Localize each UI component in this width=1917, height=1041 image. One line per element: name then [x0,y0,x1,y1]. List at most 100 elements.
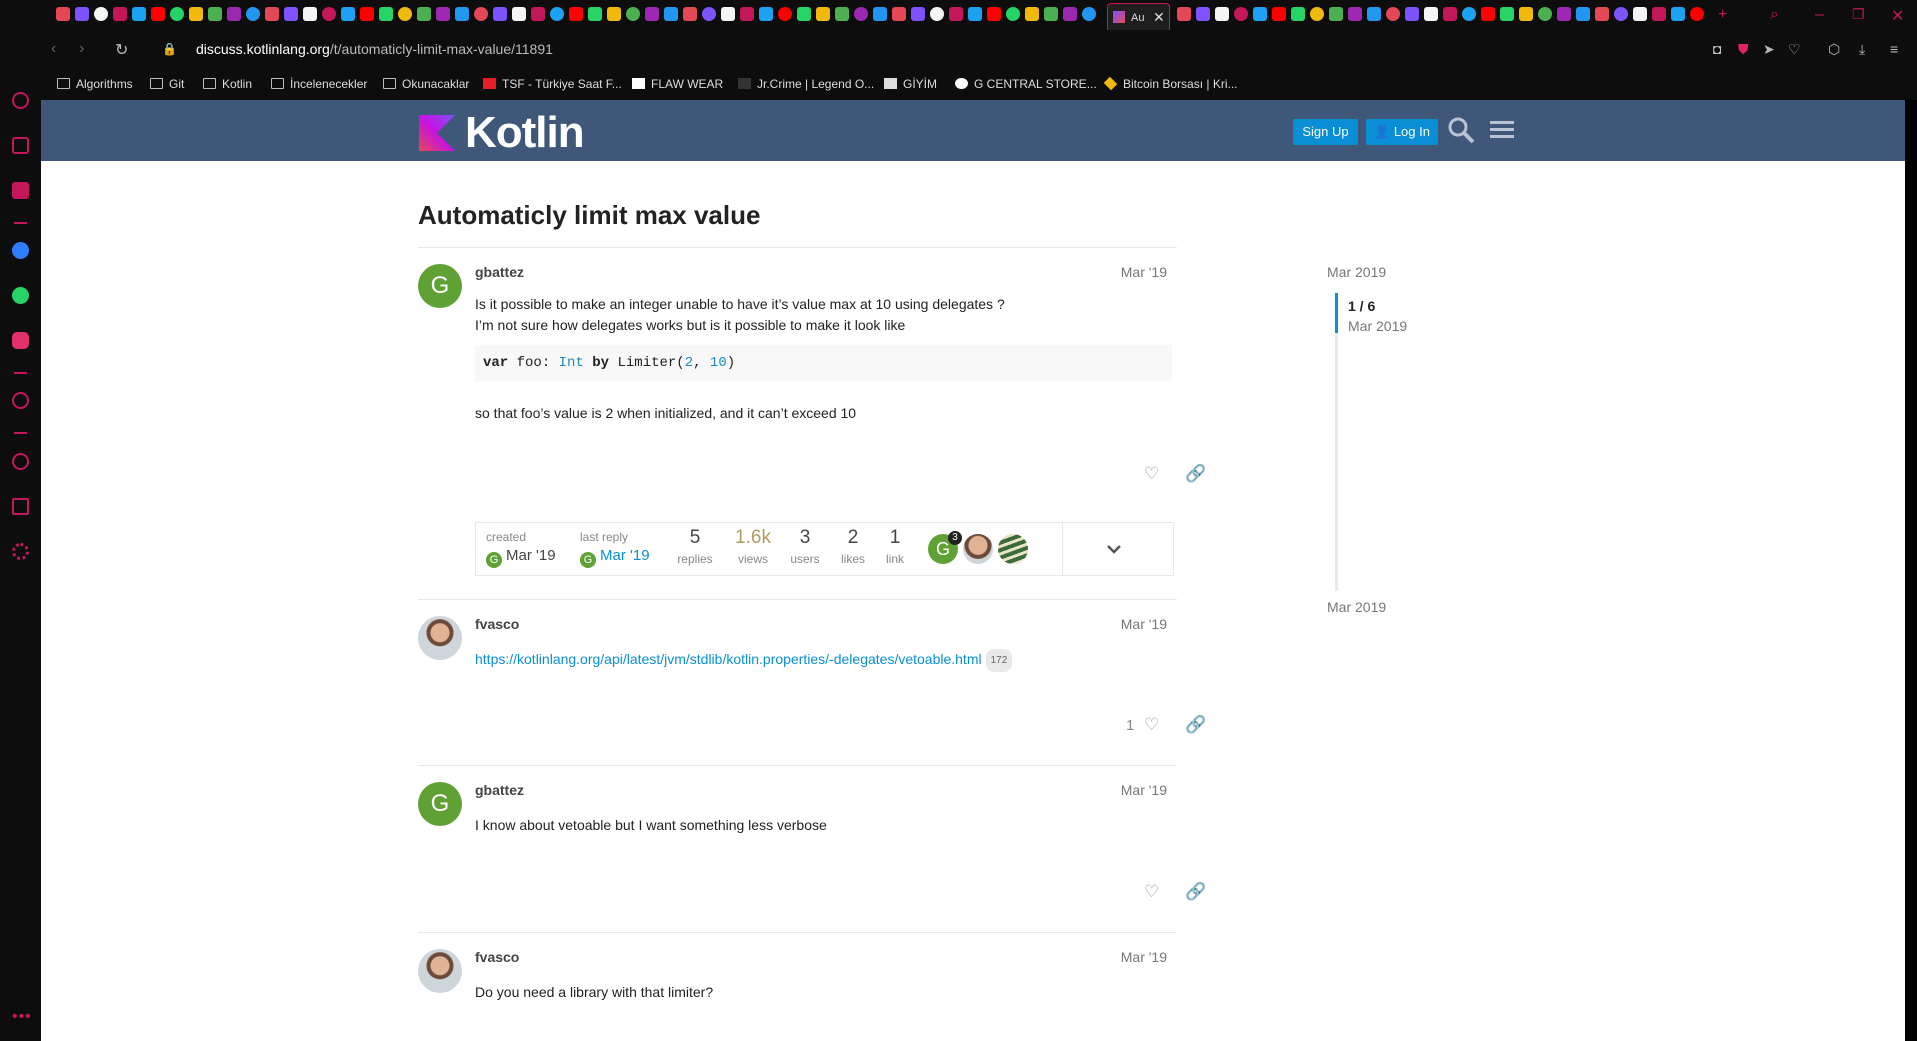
tab-favicon-icon[interactable] [322,7,336,21]
like-heart-icon[interactable]: ♡ [1144,464,1159,484]
avatar[interactable]: G [418,264,462,308]
tab-favicon-icon[interactable] [436,7,450,21]
bookmark-item[interactable]: GİYİM [884,77,937,91]
chevron-down-icon[interactable] [1105,540,1123,558]
tab-favicon-icon[interactable] [702,7,716,21]
tab-favicon-icon[interactable] [531,7,545,21]
whatsapp-icon[interactable] [12,287,29,304]
post-date[interactable]: Mar '19 [1121,616,1167,632]
avatar[interactable]: G [418,782,462,826]
tab-favicon-icon[interactable] [721,7,735,21]
tab-favicon-icon[interactable] [512,7,526,21]
minimize-icon[interactable]: – [1815,6,1824,24]
close-tab-icon[interactable]: ✕ [1153,9,1165,26]
more-icon[interactable]: ••• [12,1008,32,1026]
tab-favicon-icon[interactable] [379,7,393,21]
tab-favicon-icon[interactable] [892,7,906,21]
tab-favicon-icon[interactable] [835,7,849,21]
bookmark-item[interactable]: Kotlin [203,77,252,91]
tab-favicon-icon[interactable] [854,7,868,21]
tab-favicon-icon[interactable] [284,7,298,21]
tab-favicon-icon[interactable] [189,7,203,21]
bag-icon[interactable] [12,137,29,154]
tab-favicon-icon[interactable] [550,7,564,21]
log-in-button[interactable]: 👤 Log In [1366,119,1438,145]
share-link-icon[interactable]: 🔗 [1185,715,1206,735]
tab-favicon-icon[interactable] [1272,7,1286,21]
tab-favicon-icon[interactable] [759,7,773,21]
tab-favicon-icon[interactable] [227,7,241,21]
tab-favicon-icon[interactable] [170,7,184,21]
tab-favicon-icon[interactable] [341,7,355,21]
tab-favicon-icon[interactable] [455,7,469,21]
tab-favicon-icon[interactable] [151,7,165,21]
tab-favicon-icon[interactable] [360,7,374,21]
created-date[interactable]: G Mar '19 [486,547,556,568]
tab-favicon-icon[interactable] [968,7,982,21]
like-heart-icon[interactable]: ♡ [1144,715,1159,735]
tab-favicon-icon[interactable] [474,7,488,21]
messenger-icon[interactable] [12,242,29,259]
camera-icon[interactable]: ◘ [1713,41,1721,57]
tab-favicon-icon[interactable] [208,7,222,21]
tab-favicon-icon[interactable] [1082,7,1096,21]
tab-favicon-icon[interactable] [1519,7,1533,21]
tab-favicon-icon[interactable] [94,7,108,21]
tab-favicon-icon[interactable] [1177,7,1191,21]
tab-favicon-icon[interactable] [740,7,754,21]
tab-favicon-icon[interactable] [930,7,944,21]
tab-favicon-icon[interactable] [588,7,602,21]
reload-icon[interactable]: ↻ [115,40,128,60]
bookmark-item[interactable]: Jr.Crime | Legend O... [738,77,874,91]
like-count[interactable]: 1 [1126,717,1134,734]
post-date[interactable]: Mar '19 [1121,782,1167,798]
tab-favicon-icon[interactable] [75,7,89,21]
tab-favicon-icon[interactable] [1633,7,1647,21]
history-icon[interactable] [12,453,29,470]
tab-favicon-icon[interactable] [1386,7,1400,21]
post-username[interactable]: gbattez [475,264,524,280]
tab-favicon-icon[interactable] [683,7,697,21]
tab-favicon-icon[interactable] [949,7,963,21]
player-icon[interactable] [12,392,29,409]
tab-favicon-icon[interactable] [417,7,431,21]
tab-favicon-icon[interactable] [265,7,279,21]
instagram-icon[interactable] [12,332,29,349]
tab-favicon-icon[interactable] [398,7,412,21]
participant-avatar[interactable] [998,534,1028,564]
send-icon[interactable]: ➤ [1763,41,1775,58]
search-tabs-icon[interactable]: ⌕ [1770,6,1779,24]
share-link-icon[interactable]: 🔗 [1185,464,1206,484]
post-date[interactable]: Mar '19 [1121,949,1167,965]
back-icon[interactable]: ‹ [51,40,56,58]
tab-favicon-icon[interactable] [1481,7,1495,21]
menu-icon[interactable]: ≡ [1890,41,1898,57]
post-date[interactable]: Mar '19 [1121,264,1167,280]
tab-favicon-icon[interactable] [1443,7,1457,21]
adblock-shield-icon[interactable]: ⛊ [1738,41,1749,58]
tab-favicon-icon[interactable] [987,7,1001,21]
heart-icon[interactable]: ♡ [1788,41,1801,58]
bookmark-item[interactable]: Algorithms [57,77,133,91]
tab-favicon-icon[interactable] [1025,7,1039,21]
timeline-handle[interactable] [1335,293,1338,333]
tab-favicon-icon[interactable] [303,7,317,21]
tab-favicon-icon[interactable] [1690,7,1704,21]
cube-icon[interactable] [12,498,29,515]
like-heart-icon[interactable]: ♡ [1144,882,1159,902]
tab-favicon-icon[interactable] [132,7,146,21]
tab-favicon-icon[interactable] [1595,7,1609,21]
tab-favicon-icon[interactable] [1234,7,1248,21]
tab-favicon-icon[interactable] [607,7,621,21]
post-username[interactable]: gbattez [475,782,524,798]
download-icon[interactable]: ⤓ [1859,41,1865,58]
vetoable-link[interactable]: https://kotlinlang.org/api/latest/jvm/st… [475,651,982,667]
tab-favicon-icon[interactable] [797,7,811,21]
avatar[interactable] [418,616,462,660]
post-username[interactable]: fvasco [475,949,519,965]
last-reply-date[interactable]: G Mar '19 [580,547,650,568]
bookmark-item[interactable]: Git [150,77,184,91]
bookmark-item[interactable]: Bitcoin Borsası | Kri... [1103,76,1238,91]
tab-favicon-icon[interactable] [1063,7,1077,21]
tab-favicon-icon[interactable] [1405,7,1419,21]
